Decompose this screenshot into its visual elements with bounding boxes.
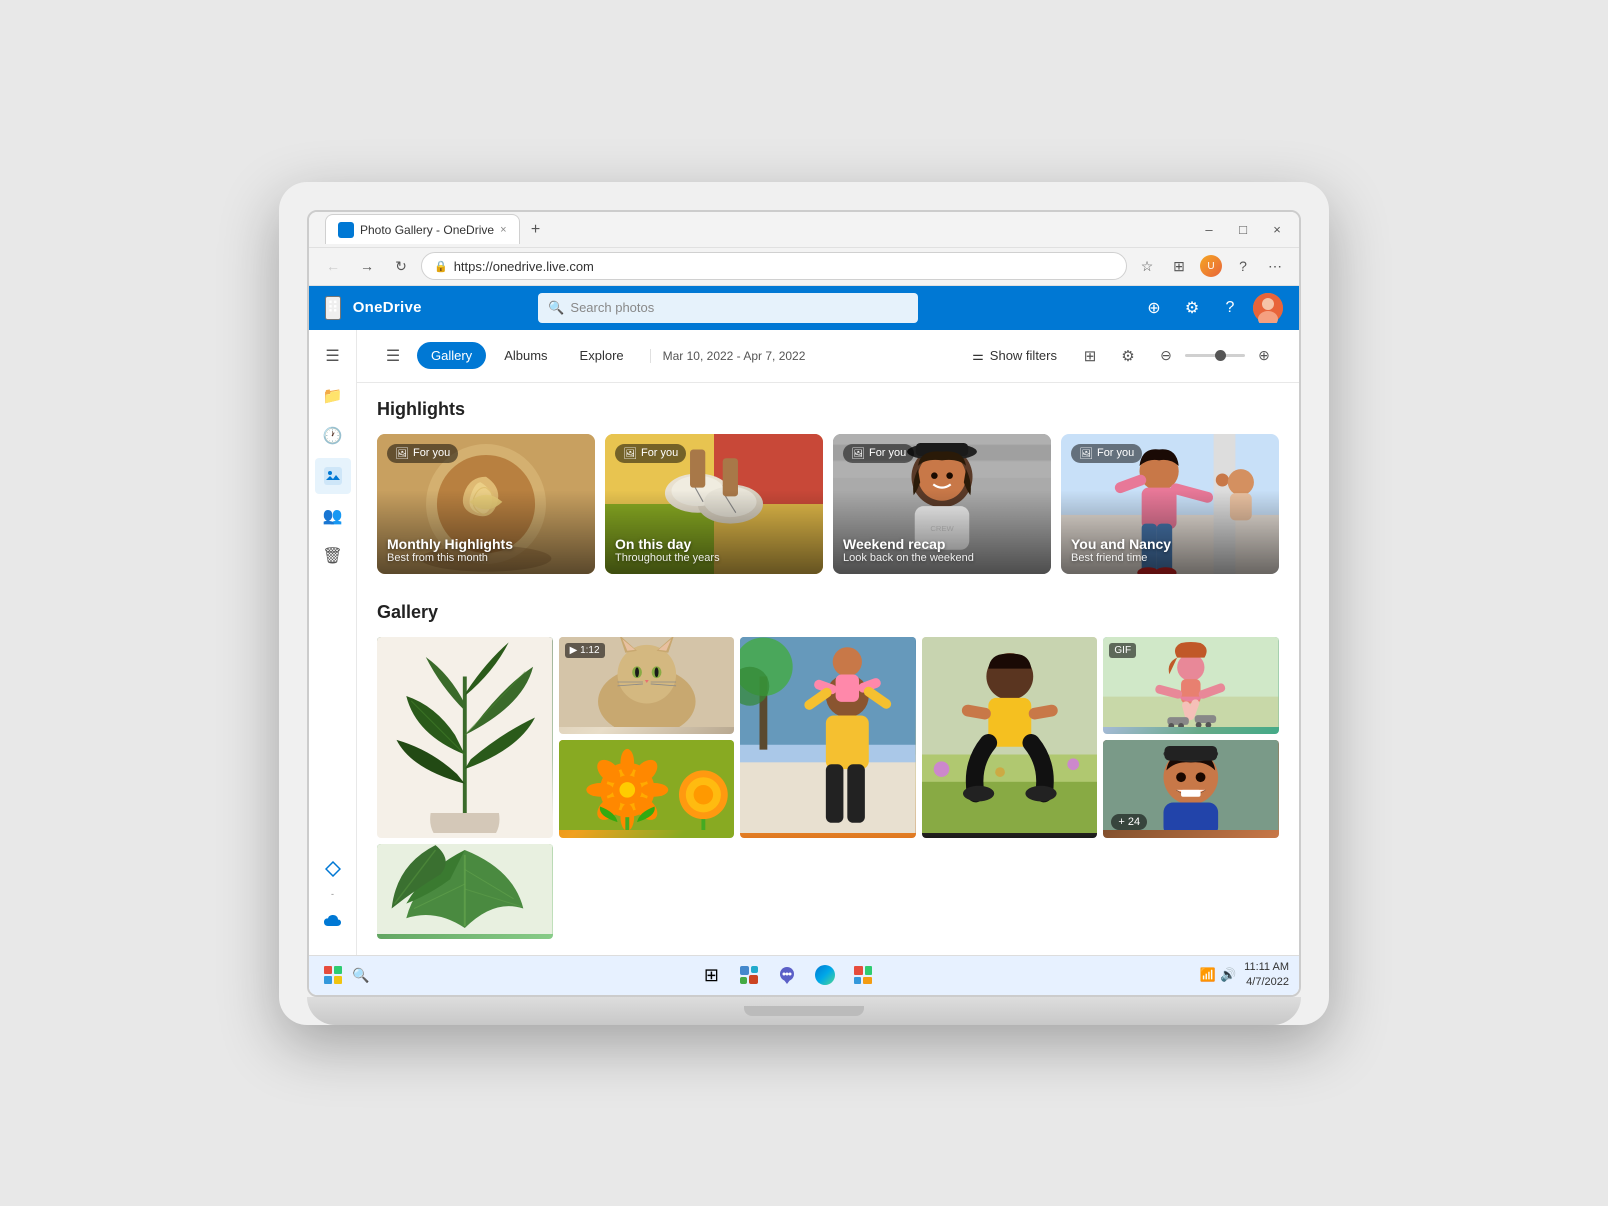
tab-albums[interactable]: Albums bbox=[490, 342, 561, 369]
sort-button[interactable]: ⚙ bbox=[1113, 341, 1143, 371]
taskbar-store[interactable] bbox=[847, 959, 879, 991]
search-icon: 🔍 bbox=[548, 300, 564, 316]
taskbar-system-icons: 📶 🔊 bbox=[1200, 967, 1236, 983]
highlight-card-nancy[interactable]: 🖼 For you You and Nancy Best friend time bbox=[1061, 434, 1279, 574]
sidebar-people-button[interactable]: 👥 bbox=[315, 498, 351, 534]
forward-button[interactable]: → bbox=[353, 252, 381, 280]
card3-title: Weekend recap bbox=[843, 536, 974, 552]
plant-svg bbox=[377, 637, 553, 833]
date-range-text: Mar 10, 2022 - Apr 7, 2022 bbox=[663, 349, 806, 363]
taskbar-edge[interactable] bbox=[809, 959, 841, 991]
lock-icon: 🔒 bbox=[434, 260, 448, 273]
network-icon-button[interactable]: ⊕ bbox=[1139, 293, 1169, 323]
card3-subtitle: Look back on the weekend bbox=[843, 552, 974, 564]
close-button[interactable]: × bbox=[1263, 215, 1291, 243]
user-avatar[interactable] bbox=[1253, 293, 1283, 323]
gallery-item-flowers[interactable] bbox=[559, 740, 735, 838]
tab-title: Photo Gallery - OneDrive bbox=[360, 223, 494, 237]
gallery-title: Gallery bbox=[377, 602, 1279, 623]
search-placeholder: Search photos bbox=[570, 300, 654, 315]
gallery-item-gif[interactable]: GIF bbox=[1103, 637, 1279, 735]
view-mode-button[interactable]: ⊞ bbox=[1075, 341, 1105, 371]
tab-favicon bbox=[338, 222, 354, 238]
tab-explore[interactable]: Explore bbox=[566, 342, 638, 369]
card1-title: Monthly Highlights bbox=[387, 536, 513, 552]
card4-tag: 🖼 For you bbox=[1071, 444, 1142, 463]
browser-tab[interactable]: Photo Gallery - OneDrive × bbox=[325, 214, 520, 244]
favorites-button[interactable]: ☆ bbox=[1133, 252, 1161, 280]
gallery-item-cat[interactable]: ▶ 1:12 bbox=[559, 637, 735, 735]
selfie-count-badge: + 24 bbox=[1111, 814, 1147, 830]
taskbar-volume-icon: 🔊 bbox=[1220, 967, 1236, 983]
gallery-item-plant2[interactable] bbox=[377, 844, 553, 939]
taskbar-widgets[interactable] bbox=[733, 959, 765, 991]
search-box[interactable]: 🔍 Search photos bbox=[538, 293, 918, 323]
taskbar-chat[interactable] bbox=[771, 959, 803, 991]
highlight-card-monthly[interactable]: 🖼 For you Monthly Highlights Best from t… bbox=[377, 434, 595, 574]
zoom-slider[interactable] bbox=[1185, 354, 1245, 357]
card2-tag: 🖼 For you bbox=[615, 444, 686, 463]
card2-title: On this day bbox=[615, 536, 720, 552]
gallery-item-plant[interactable] bbox=[377, 637, 553, 838]
show-filters-button[interactable]: ⚌ Show filters bbox=[962, 343, 1067, 369]
url-text: https://onedrive.live.com bbox=[454, 259, 594, 274]
sidebar-recent-button[interactable]: 🕐 bbox=[315, 418, 351, 454]
cat-badge: ▶ 1:12 bbox=[565, 643, 605, 658]
gallery-item-family[interactable] bbox=[740, 637, 916, 838]
highlights-title: Highlights bbox=[377, 399, 1279, 420]
address-bar[interactable]: 🔒 https://onedrive.live.com bbox=[421, 252, 1127, 280]
gallery-item-selfie[interactable]: + 24 bbox=[1103, 740, 1279, 838]
taskbar-clock: 11:11 AM 4/7/2022 bbox=[1244, 960, 1289, 991]
highlights-grid: 🖼 For you Monthly Highlights Best from t… bbox=[377, 434, 1279, 574]
settings-button[interactable]: ⚙ bbox=[1177, 293, 1207, 323]
highlight-card-weekend[interactable]: CREW 🖼 For you Weekend recap Look back o… bbox=[833, 434, 1051, 574]
sidebar-files-button[interactable]: 📁 bbox=[315, 378, 351, 414]
profile-button[interactable]: U bbox=[1197, 252, 1225, 280]
start-button[interactable] bbox=[319, 961, 347, 989]
zoom-out-button[interactable]: ⊖ bbox=[1151, 341, 1181, 371]
windows-logo bbox=[324, 966, 342, 984]
gallery-item-dad[interactable] bbox=[922, 637, 1098, 838]
zoom-in-button[interactable]: ⊕ bbox=[1249, 341, 1279, 371]
filter-icon: ⚌ bbox=[972, 348, 984, 364]
back-button[interactable]: ← bbox=[319, 252, 347, 280]
card1-tag: 🖼 For you bbox=[387, 444, 458, 463]
menu-button[interactable]: ⋯ bbox=[1261, 252, 1289, 280]
taskbar-search-button[interactable]: 🔍 bbox=[347, 961, 375, 989]
card4-subtitle: Best friend time bbox=[1071, 552, 1171, 564]
reading-view-button[interactable]: ⊞ bbox=[1165, 252, 1193, 280]
sidebar-recycle-button[interactable]: 🗑 bbox=[315, 538, 351, 574]
sidebar-diamond-button[interactable] bbox=[315, 851, 351, 887]
new-tab-button[interactable]: + bbox=[522, 216, 550, 244]
apps-grid-button[interactable]: ⠿ bbox=[325, 296, 341, 320]
sidebar-photos-button[interactable] bbox=[315, 458, 351, 494]
gallery-grid: ▶ 1:12 bbox=[377, 637, 1279, 939]
sidebar-cloud-button[interactable] bbox=[315, 903, 351, 939]
highlight-card-onthisday[interactable]: 🖼 For you On this day Throughout the yea… bbox=[605, 434, 823, 574]
card2-subtitle: Throughout the years bbox=[615, 552, 720, 564]
edge-icon bbox=[815, 965, 835, 985]
taskbar-taskview[interactable]: ⊞ bbox=[695, 959, 727, 991]
gif-badge: GIF bbox=[1109, 643, 1136, 658]
help-question-button[interactable]: ? bbox=[1215, 293, 1245, 323]
tab-close-button[interactable]: × bbox=[500, 224, 506, 236]
card4-title: You and Nancy bbox=[1071, 536, 1171, 552]
onedrive-logo: OneDrive bbox=[353, 299, 422, 316]
refresh-button[interactable]: ↻ bbox=[387, 252, 415, 280]
card3-tag: 🖼 For you bbox=[843, 444, 914, 463]
maximize-button[interactable]: □ bbox=[1229, 215, 1257, 243]
hamburger-button[interactable]: ☰ bbox=[377, 340, 409, 372]
tab-gallery[interactable]: Gallery bbox=[417, 342, 486, 369]
card1-subtitle: Best from this month bbox=[387, 552, 513, 564]
sidebar-menu-button[interactable]: ☰ bbox=[315, 338, 351, 374]
minimize-button[interactable]: – bbox=[1195, 215, 1223, 243]
taskbar-wifi-icon: 📶 bbox=[1200, 967, 1216, 983]
help-button[interactable]: ? bbox=[1229, 252, 1257, 280]
